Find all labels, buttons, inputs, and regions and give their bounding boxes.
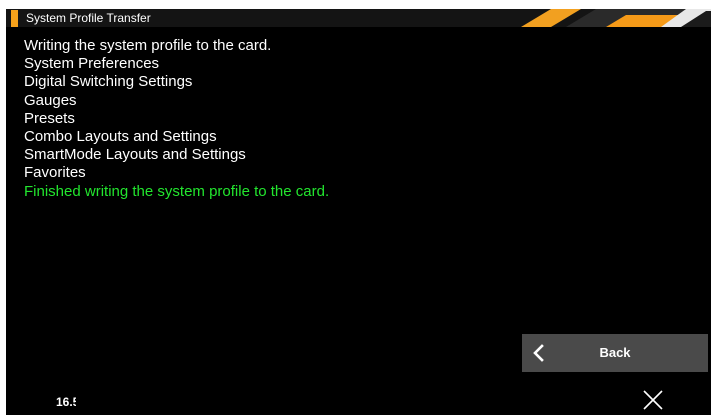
log-line: Digital Switching Settings bbox=[24, 73, 193, 91]
title-bar: System Profile Transfer bbox=[6, 9, 711, 27]
value-readout: 16.5 bbox=[56, 395, 76, 409]
title-stripes-decoration bbox=[521, 9, 711, 27]
window-title: System Profile Transfer bbox=[26, 11, 151, 25]
log-line: SmartMode Layouts and Settings bbox=[24, 146, 246, 164]
title-accent-mark bbox=[11, 10, 18, 27]
close-icon[interactable] bbox=[642, 389, 664, 411]
back-button[interactable]: Back bbox=[522, 334, 708, 372]
log-line: Combo Layouts and Settings bbox=[24, 128, 217, 146]
log-line: Gauges bbox=[24, 91, 77, 109]
app-screen: System Profile Transfer Writing the syst… bbox=[6, 9, 711, 415]
log-line: Writing the system profile to the card. bbox=[24, 37, 272, 54]
log-line: Presets bbox=[24, 109, 75, 127]
log-success-line: Finished writing the system profile to t… bbox=[24, 182, 330, 200]
transfer-log: Writing the system profile to the card. … bbox=[24, 37, 329, 201]
back-button-label: Back bbox=[599, 345, 631, 360]
log-line: Favorites bbox=[24, 164, 86, 182]
log-line: System Preferences bbox=[24, 55, 160, 73]
